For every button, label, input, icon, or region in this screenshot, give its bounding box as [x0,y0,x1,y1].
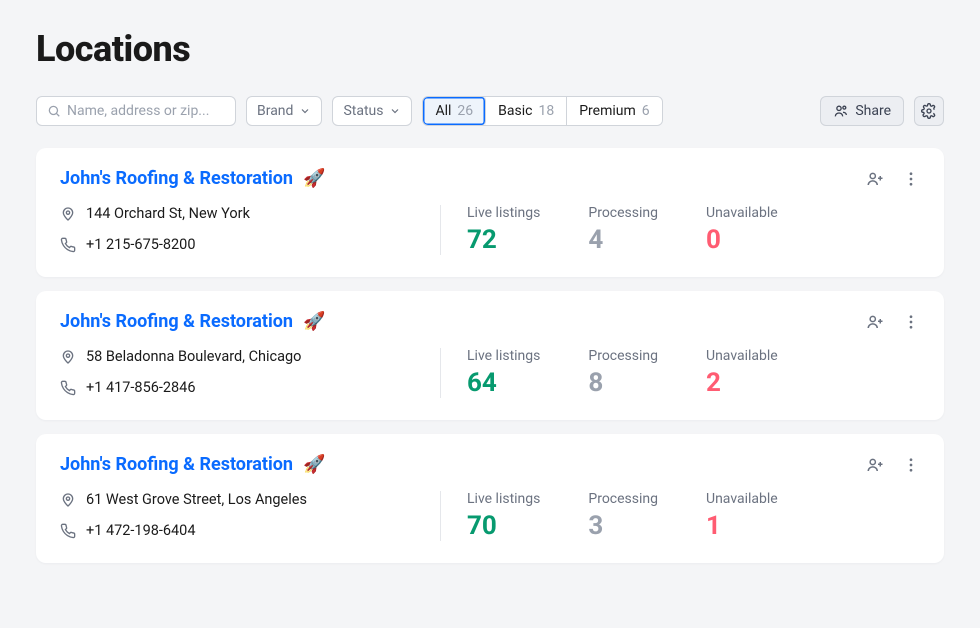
stat-label-live: Live listings [467,348,540,364]
tab-all[interactable]: All 26 [423,97,486,125]
more-menu-button[interactable] [902,313,920,331]
stat-label-unavailable: Unavailable [706,491,778,507]
stat-value-live: 64 [467,368,540,398]
page-title: Locations [36,28,944,70]
rocket-icon: 🚀 [303,311,325,332]
divider [440,491,441,541]
location-pin-icon [60,492,76,508]
status-filter[interactable]: Status [332,96,412,126]
rocket-icon: 🚀 [303,454,325,475]
gear-icon [921,103,937,119]
location-name-link[interactable]: John's Roofing & Restoration [60,454,293,475]
settings-button[interactable] [914,96,944,126]
tab-count: 6 [642,103,650,119]
add-user-button[interactable] [866,170,884,188]
stat-label-processing: Processing [588,348,658,364]
phone-icon [60,237,76,253]
tab-count: 26 [457,103,473,119]
location-phone: +1 417-856-2846 [86,379,195,396]
chevron-down-icon [299,105,311,117]
location-address: 61 West Grove Street, Los Angeles [86,491,307,508]
share-button[interactable]: Share [820,96,904,126]
stat-value-unavailable: 1 [706,511,778,541]
location-name-link[interactable]: John's Roofing & Restoration [60,311,293,332]
divider [440,205,441,255]
rocket-icon: 🚀 [303,168,325,189]
more-menu-button[interactable] [902,456,920,474]
search-input-wrapper[interactable] [36,96,236,126]
tab-label: Premium [579,103,636,119]
tab-label: All [435,103,451,119]
phone-icon [60,380,76,396]
stat-label-processing: Processing [588,205,658,221]
stat-value-processing: 3 [588,511,658,541]
add-user-button[interactable] [866,456,884,474]
brand-filter[interactable]: Brand [246,96,322,126]
status-label: Status [343,103,383,119]
more-menu-button[interactable] [902,170,920,188]
stat-value-processing: 8 [588,368,658,398]
stat-label-unavailable: Unavailable [706,348,778,364]
stat-label-live: Live listings [467,205,540,221]
location-pin-icon [60,206,76,222]
tab-label: Basic [498,103,532,119]
stat-value-processing: 4 [588,225,658,255]
chevron-down-icon [389,105,401,117]
add-user-button[interactable] [866,313,884,331]
toolbar: Brand Status All 26 Basic 18 Premium 6 [36,96,944,126]
search-input[interactable] [67,103,225,119]
share-group-icon [833,103,849,119]
location-address: 58 Beladonna Boulevard, Chicago [86,348,301,365]
tab-count: 18 [538,103,554,119]
stat-label-live: Live listings [467,491,540,507]
location-phone: +1 215-675-8200 [86,236,195,253]
location-address: 144 Orchard St, New York [86,205,250,222]
location-card: John's Roofing & Restoration 🚀 61 West G… [36,434,944,563]
stat-label-processing: Processing [588,491,658,507]
location-name-link[interactable]: John's Roofing & Restoration [60,168,293,189]
stat-value-unavailable: 2 [706,368,778,398]
divider [440,348,441,398]
share-label: Share [855,103,891,119]
location-pin-icon [60,349,76,365]
location-card: John's Roofing & Restoration 🚀 144 Orcha… [36,148,944,277]
search-icon [47,104,61,118]
stat-value-live: 70 [467,511,540,541]
location-phone: +1 472-198-6404 [86,522,195,539]
stat-value-live: 72 [467,225,540,255]
stat-label-unavailable: Unavailable [706,205,778,221]
tab-premium[interactable]: Premium 6 [567,97,661,125]
location-card: John's Roofing & Restoration 🚀 58 Belado… [36,291,944,420]
tab-group: All 26 Basic 18 Premium 6 [422,96,662,126]
tab-basic[interactable]: Basic 18 [486,97,567,125]
stat-value-unavailable: 0 [706,225,778,255]
phone-icon [60,523,76,539]
brand-label: Brand [257,103,293,119]
